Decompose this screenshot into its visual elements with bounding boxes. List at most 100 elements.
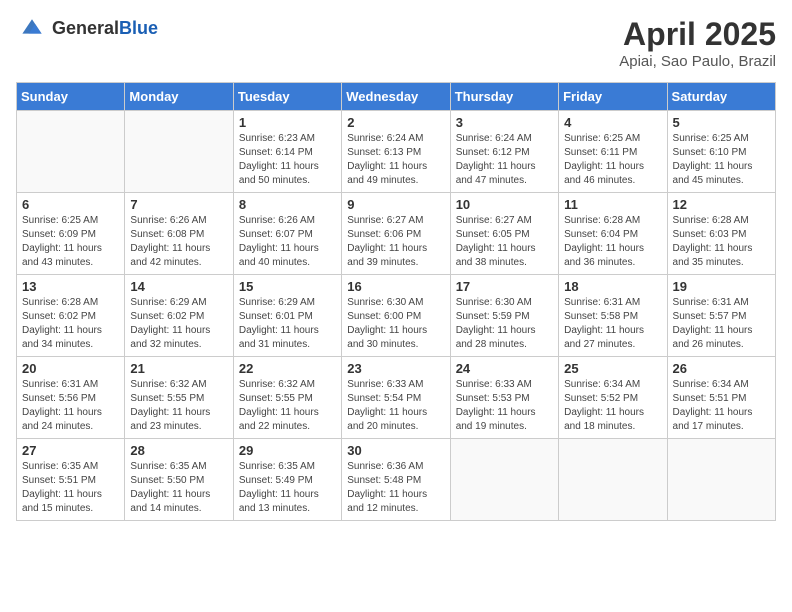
calendar-cell: 3 Sunrise: 6:24 AMSunset: 6:12 PMDaylight… — [450, 111, 558, 193]
day-header-wednesday: Wednesday — [342, 83, 450, 111]
logo-text: GeneralBlue — [52, 18, 158, 39]
day-number: 24 — [456, 361, 553, 376]
day-info: Sunrise: 6:32 AMSunset: 5:55 PMDaylight:… — [239, 378, 336, 434]
calendar-cell: 15Sunrise: 6:29 AMSunset: 6:01 PMDayligh… — [233, 275, 341, 357]
day-header-thursday: Thursday — [450, 83, 558, 111]
day-number: 18 — [564, 279, 661, 294]
day-info: Sunrise: 6:32 AMSunset: 5:55 PMDaylight:… — [130, 378, 227, 434]
day-info: Sunrise: 6:30 AMSunset: 6:00 PMDaylight:… — [347, 296, 444, 352]
day-number: 19 — [673, 279, 770, 294]
day-info: Sunrise: 6:35 AMSunset: 5:50 PMDaylight:… — [130, 460, 227, 516]
day-header-tuesday: Tuesday — [233, 83, 341, 111]
day-number: 14 — [130, 279, 227, 294]
day-info: Sunrise: 6:33 AMSunset: 5:54 PMDaylight:… — [347, 378, 444, 434]
calendar-cell: 16 Sunrise: 6:30 AMSunset: 6:00 PMDayligh… — [342, 275, 450, 357]
day-number: 9 — [347, 197, 444, 212]
calendar-cell: 13Sunrise: 6:28 AMSunset: 6:02 PMDayligh… — [17, 275, 125, 357]
day-header-sunday: Sunday — [17, 83, 125, 111]
day-number: 25 — [564, 361, 661, 376]
day-info: Sunrise: 6:24 AMSunset: 6:12 PMDaylight:… — [456, 132, 553, 188]
logo-blue: Blue — [119, 18, 158, 38]
day-info: Sunrise: 6:25 AMSunset: 6:10 PMDaylight:… — [673, 132, 770, 188]
calendar-week-row: 13Sunrise: 6:28 AMSunset: 6:02 PMDayligh… — [17, 275, 776, 357]
calendar-week-row: 20 Sunrise: 6:31 AMSunset: 5:56 PMDayligh… — [17, 357, 776, 439]
day-info: Sunrise: 6:29 AMSunset: 6:02 PMDaylight:… — [130, 296, 227, 352]
day-info: Sunrise: 6:31 AMSunset: 5:58 PMDaylight:… — [564, 296, 661, 352]
calendar-cell: 20 Sunrise: 6:31 AMSunset: 5:56 PMDayligh… — [17, 357, 125, 439]
day-number: 5 — [673, 115, 770, 130]
day-number: 3 — [456, 115, 553, 130]
day-number: 28 — [130, 443, 227, 458]
day-number: 29 — [239, 443, 336, 458]
calendar-cell — [17, 111, 125, 193]
day-number: 20 — [22, 361, 119, 376]
day-info: Sunrise: 6:31 AMSunset: 5:57 PMDaylight:… — [673, 296, 770, 352]
calendar-cell: 8 Sunrise: 6:26 AMSunset: 6:07 PMDaylight… — [233, 193, 341, 275]
calendar-cell: 23 Sunrise: 6:33 AMSunset: 5:54 PMDayligh… — [342, 357, 450, 439]
calendar-cell: 29Sunrise: 6:35 AMSunset: 5:49 PMDayligh… — [233, 439, 341, 521]
calendar-cell: 7 Sunrise: 6:26 AMSunset: 6:08 PMDaylight… — [125, 193, 233, 275]
calendar-cell — [559, 439, 667, 521]
day-number: 21 — [130, 361, 227, 376]
day-number: 2 — [347, 115, 444, 130]
day-number: 10 — [456, 197, 553, 212]
logo-icon — [16, 16, 48, 40]
calendar-cell: 10 Sunrise: 6:27 AMSunset: 6:05 PMDayligh… — [450, 193, 558, 275]
day-number: 8 — [239, 197, 336, 212]
calendar-cell: 30 Sunrise: 6:36 AMSunset: 5:48 PMDayligh… — [342, 439, 450, 521]
calendar-cell: 25Sunrise: 6:34 AMSunset: 5:52 PMDayligh… — [559, 357, 667, 439]
calendar-cell: 21 Sunrise: 6:32 AMSunset: 5:55 PMDayligh… — [125, 357, 233, 439]
day-info: Sunrise: 6:36 AMSunset: 5:48 PMDaylight:… — [347, 460, 444, 516]
calendar-cell: 24Sunrise: 6:33 AMSunset: 5:53 PMDayligh… — [450, 357, 558, 439]
day-number: 16 — [347, 279, 444, 294]
day-info: Sunrise: 6:23 AMSunset: 6:14 PMDaylight:… — [239, 132, 336, 188]
day-header-monday: Monday — [125, 83, 233, 111]
day-number: 11 — [564, 197, 661, 212]
day-number: 7 — [130, 197, 227, 212]
calendar-cell — [450, 439, 558, 521]
calendar-cell: 11 Sunrise: 6:28 AMSunset: 6:04 PMDayligh… — [559, 193, 667, 275]
day-number: 30 — [347, 443, 444, 458]
day-info: Sunrise: 6:26 AMSunset: 6:08 PMDaylight:… — [130, 214, 227, 270]
day-number: 26 — [673, 361, 770, 376]
calendar-cell: 1Sunrise: 6:23 AMSunset: 6:14 PMDaylight… — [233, 111, 341, 193]
day-info: Sunrise: 6:29 AMSunset: 6:01 PMDaylight:… — [239, 296, 336, 352]
day-number: 12 — [673, 197, 770, 212]
day-number: 27 — [22, 443, 119, 458]
day-info: Sunrise: 6:27 AMSunset: 6:05 PMDaylight:… — [456, 214, 553, 270]
day-info: Sunrise: 6:28 AMSunset: 6:02 PMDaylight:… — [22, 296, 119, 352]
calendar-week-row: 6 Sunrise: 6:25 AMSunset: 6:09 PMDaylight… — [17, 193, 776, 275]
logo: GeneralBlue — [16, 16, 158, 40]
calendar-cell: 6 Sunrise: 6:25 AMSunset: 6:09 PMDaylight… — [17, 193, 125, 275]
calendar-cell: 22 Sunrise: 6:32 AMSunset: 5:55 PMDayligh… — [233, 357, 341, 439]
calendar-cell — [667, 439, 775, 521]
day-number: 22 — [239, 361, 336, 376]
day-info: Sunrise: 6:28 AMSunset: 6:04 PMDaylight:… — [564, 214, 661, 270]
day-number: 6 — [22, 197, 119, 212]
calendar-cell: 2 Sunrise: 6:24 AMSunset: 6:13 PMDaylight… — [342, 111, 450, 193]
day-info: Sunrise: 6:28 AMSunset: 6:03 PMDaylight:… — [673, 214, 770, 270]
day-number: 23 — [347, 361, 444, 376]
day-info: Sunrise: 6:26 AMSunset: 6:07 PMDaylight:… — [239, 214, 336, 270]
calendar-cell: 14 Sunrise: 6:29 AMSunset: 6:02 PMDayligh… — [125, 275, 233, 357]
calendar-cell: 17Sunrise: 6:30 AMSunset: 5:59 PMDayligh… — [450, 275, 558, 357]
calendar-week-row: 27Sunrise: 6:35 AMSunset: 5:51 PMDayligh… — [17, 439, 776, 521]
day-info: Sunrise: 6:34 AMSunset: 5:51 PMDaylight:… — [673, 378, 770, 434]
calendar-title: April 2025 — [619, 16, 776, 53]
calendar-table: SundayMondayTuesdayWednesdayThursdayFrid… — [16, 82, 776, 521]
day-info: Sunrise: 6:25 AMSunset: 6:11 PMDaylight:… — [564, 132, 661, 188]
calendar-header-row: SundayMondayTuesdayWednesdayThursdayFrid… — [17, 83, 776, 111]
day-number: 4 — [564, 115, 661, 130]
calendar-cell: 26 Sunrise: 6:34 AMSunset: 5:51 PMDayligh… — [667, 357, 775, 439]
calendar-cell: 9Sunrise: 6:27 AMSunset: 6:06 PMDaylight… — [342, 193, 450, 275]
calendar-location: Apiai, Sao Paulo, Brazil — [619, 53, 776, 70]
day-info: Sunrise: 6:25 AMSunset: 6:09 PMDaylight:… — [22, 214, 119, 270]
calendar-cell: 27Sunrise: 6:35 AMSunset: 5:51 PMDayligh… — [17, 439, 125, 521]
calendar-cell: 18 Sunrise: 6:31 AMSunset: 5:58 PMDayligh… — [559, 275, 667, 357]
calendar-cell: 4 Sunrise: 6:25 AMSunset: 6:11 PMDaylight… — [559, 111, 667, 193]
title-block: April 2025 Apiai, Sao Paulo, Brazil — [619, 16, 776, 70]
calendar-cell: 28 Sunrise: 6:35 AMSunset: 5:50 PMDayligh… — [125, 439, 233, 521]
day-info: Sunrise: 6:31 AMSunset: 5:56 PMDaylight:… — [22, 378, 119, 434]
day-info: Sunrise: 6:30 AMSunset: 5:59 PMDaylight:… — [456, 296, 553, 352]
day-info: Sunrise: 6:24 AMSunset: 6:13 PMDaylight:… — [347, 132, 444, 188]
